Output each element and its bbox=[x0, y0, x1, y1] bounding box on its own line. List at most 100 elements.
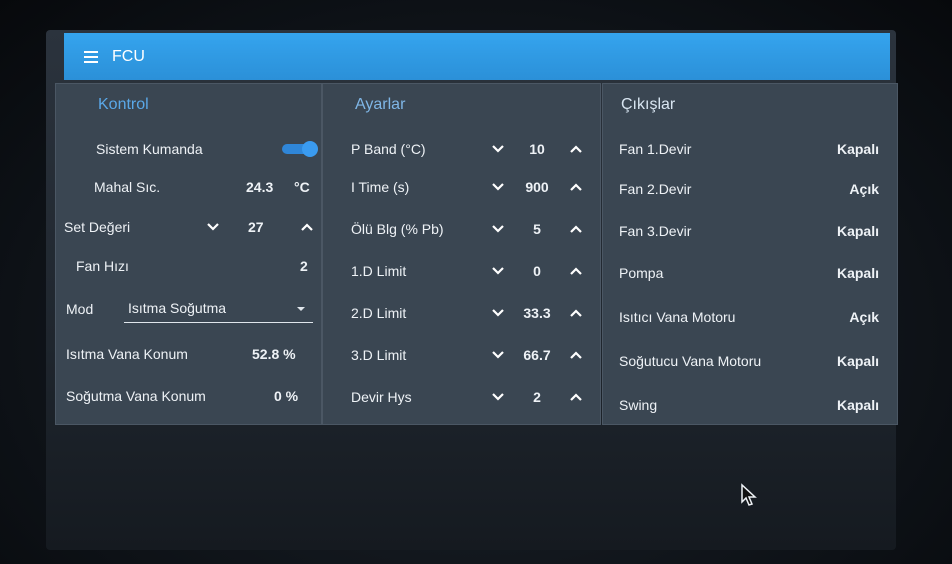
sogutma-vana-row: Soğutma Vana Konum 0 % bbox=[56, 381, 321, 411]
ayarlar-row-value: 33.3 bbox=[523, 305, 551, 321]
fan-hizi-value: 2 bbox=[300, 258, 308, 274]
cikislar-row-status: Kapalı bbox=[836, 223, 879, 239]
kontrol-panel: Kontrol Sistem Kumanda Mahal Sıc. 24.3 °… bbox=[55, 83, 322, 425]
chevron-down-icon bbox=[492, 225, 504, 233]
mouse-pointer-icon bbox=[741, 483, 757, 506]
caret-down-icon bbox=[297, 307, 305, 311]
chevron-down-icon bbox=[492, 393, 504, 401]
ayarlar-row-label: Ölü Blg (% Pb) bbox=[351, 221, 444, 237]
cikislar-row-label: Swing bbox=[619, 397, 658, 413]
cikislar-row-status: Kapalı bbox=[836, 265, 879, 281]
cikislar-row-label: Fan 1.Devir bbox=[619, 141, 692, 157]
cikislar-row-label: Fan 3.Devir bbox=[619, 223, 692, 239]
fan-hizi-row: Fan Hızı 2 bbox=[56, 251, 321, 281]
ayarlar-up-button[interactable] bbox=[565, 260, 587, 282]
chevron-down-icon bbox=[492, 267, 504, 275]
ayarlar-up-button[interactable] bbox=[565, 302, 587, 324]
ayarlar-row: P Band (°C) 10 bbox=[323, 134, 600, 164]
ayarlar-up-button[interactable] bbox=[565, 176, 587, 198]
cikislar-row: Isıtıcı Vana Motoru Açık bbox=[603, 302, 897, 332]
ayarlar-down-button[interactable] bbox=[487, 386, 509, 408]
isitma-vana-label: Isıtma Vana Konum bbox=[66, 346, 188, 362]
cikislar-row-label: Fan 2.Devir bbox=[619, 181, 692, 197]
ayarlar-row-value: 66.7 bbox=[523, 347, 551, 363]
chevron-up-icon bbox=[570, 267, 582, 275]
sogutma-vana-label: Soğutma Vana Konum bbox=[66, 388, 206, 404]
ayarlar-row: 2.D Limit 33.3 bbox=[323, 298, 600, 328]
ayarlar-down-button[interactable] bbox=[487, 302, 509, 324]
kontrol-title: Kontrol bbox=[98, 96, 149, 113]
set-degeri-up-button[interactable] bbox=[296, 216, 318, 238]
ayarlar-row: I Time (s) 900 bbox=[323, 172, 600, 202]
mod-label: Mod bbox=[66, 301, 94, 317]
cikislar-row-label: Pompa bbox=[619, 265, 664, 281]
fan-hizi-label: Fan Hızı bbox=[76, 258, 129, 274]
chevron-up-icon bbox=[301, 223, 313, 231]
menu-icon[interactable] bbox=[84, 47, 106, 67]
ayarlar-down-button[interactable] bbox=[487, 176, 509, 198]
ayarlar-row: 3.D Limit 66.7 bbox=[323, 340, 600, 370]
cikislar-row: Soğutucu Vana Motoru Kapalı bbox=[603, 346, 897, 376]
cikislar-row-status: Kapalı bbox=[836, 141, 879, 157]
set-degeri-value: 27 bbox=[248, 219, 264, 235]
cikislar-row: Fan 1.Devir Kapalı bbox=[603, 134, 897, 164]
ayarlar-row-label: P Band (°C) bbox=[351, 141, 426, 157]
ayarlar-row: 1.D Limit 0 bbox=[323, 256, 600, 286]
ayarlar-up-button[interactable] bbox=[565, 386, 587, 408]
sistem-kumanda-row: Sistem Kumanda bbox=[56, 134, 321, 164]
chevron-down-icon bbox=[492, 309, 504, 317]
chevron-up-icon bbox=[570, 393, 582, 401]
ayarlar-up-button[interactable] bbox=[565, 344, 587, 366]
ayarlar-row-label: I Time (s) bbox=[351, 179, 410, 195]
ayarlar-row-label: 3.D Limit bbox=[351, 347, 407, 363]
chevron-down-icon bbox=[492, 351, 504, 359]
ayarlar-title: Ayarlar bbox=[355, 96, 406, 113]
cikislar-row: Swing Kapalı bbox=[603, 390, 897, 420]
ayarlar-down-button[interactable] bbox=[487, 138, 509, 160]
cikislar-row: Fan 3.Devir Kapalı bbox=[603, 216, 897, 246]
app-title: FCU bbox=[112, 47, 145, 65]
ayarlar-down-button[interactable] bbox=[487, 218, 509, 240]
cikislar-row: Fan 2.Devir Açık bbox=[603, 174, 897, 204]
chevron-down-icon bbox=[492, 183, 504, 191]
chevron-up-icon bbox=[570, 309, 582, 317]
set-degeri-label: Set Değeri bbox=[64, 219, 131, 235]
cikislar-row-status: Açık bbox=[849, 309, 879, 325]
cikislar-row-status: Kapalı bbox=[836, 353, 879, 369]
ayarlar-down-button[interactable] bbox=[487, 344, 509, 366]
isitma-vana-row: Isıtma Vana Konum 52.8 % bbox=[56, 339, 321, 369]
mod-row: Mod Isıtma Soğutma bbox=[56, 294, 321, 324]
isitma-vana-value: 52.8 % bbox=[252, 346, 296, 362]
ayarlar-row-value: 5 bbox=[533, 221, 541, 237]
cikislar-row-label: Isıtıcı Vana Motoru bbox=[619, 309, 736, 325]
mod-select-value: Isıtma Soğutma bbox=[128, 300, 227, 316]
chevron-up-icon bbox=[570, 145, 582, 153]
ayarlar-row-value: 10 bbox=[529, 141, 545, 157]
ayarlar-row-value: 2 bbox=[533, 389, 541, 405]
cikislar-panel: Çıkışlar Fan 1.Devir Kapalı Fan 2.Devir Açı… bbox=[602, 83, 898, 425]
cikislar-row: Pompa Kapalı bbox=[603, 258, 897, 288]
mahal-sic-label: Mahal Sıc. bbox=[94, 179, 161, 195]
ayarlar-up-button[interactable] bbox=[565, 138, 587, 160]
ayarlar-row: Ölü Blg (% Pb) 5 bbox=[323, 214, 600, 244]
cikislar-title: Çıkışlar bbox=[621, 96, 676, 113]
set-degeri-row: Set Değeri 27 bbox=[56, 212, 321, 242]
mahal-sic-value: 24.3 bbox=[246, 179, 274, 195]
mahal-sic-unit: °C bbox=[294, 179, 310, 195]
ayarlar-row-value: 0 bbox=[533, 263, 541, 279]
chevron-up-icon bbox=[570, 183, 582, 191]
app-header: FCU bbox=[64, 33, 890, 80]
sistem-kumanda-toggle[interactable] bbox=[282, 141, 318, 157]
chevron-up-icon bbox=[570, 351, 582, 359]
ayarlar-row-label: 2.D Limit bbox=[351, 305, 407, 321]
cikislar-row-status: Açık bbox=[849, 181, 879, 197]
cikislar-row-label: Soğutucu Vana Motoru bbox=[619, 353, 762, 369]
ayarlar-down-button[interactable] bbox=[487, 260, 509, 282]
set-degeri-down-button[interactable] bbox=[202, 216, 224, 238]
mod-select[interactable]: Isıtma Soğutma bbox=[124, 294, 313, 323]
mahal-sic-row: Mahal Sıc. 24.3 °C bbox=[56, 172, 321, 202]
ayarlar-up-button[interactable] bbox=[565, 218, 587, 240]
chevron-down-icon bbox=[207, 223, 219, 231]
chevron-down-icon bbox=[492, 145, 504, 153]
ayarlar-row: Devir Hys 2 bbox=[323, 382, 600, 412]
